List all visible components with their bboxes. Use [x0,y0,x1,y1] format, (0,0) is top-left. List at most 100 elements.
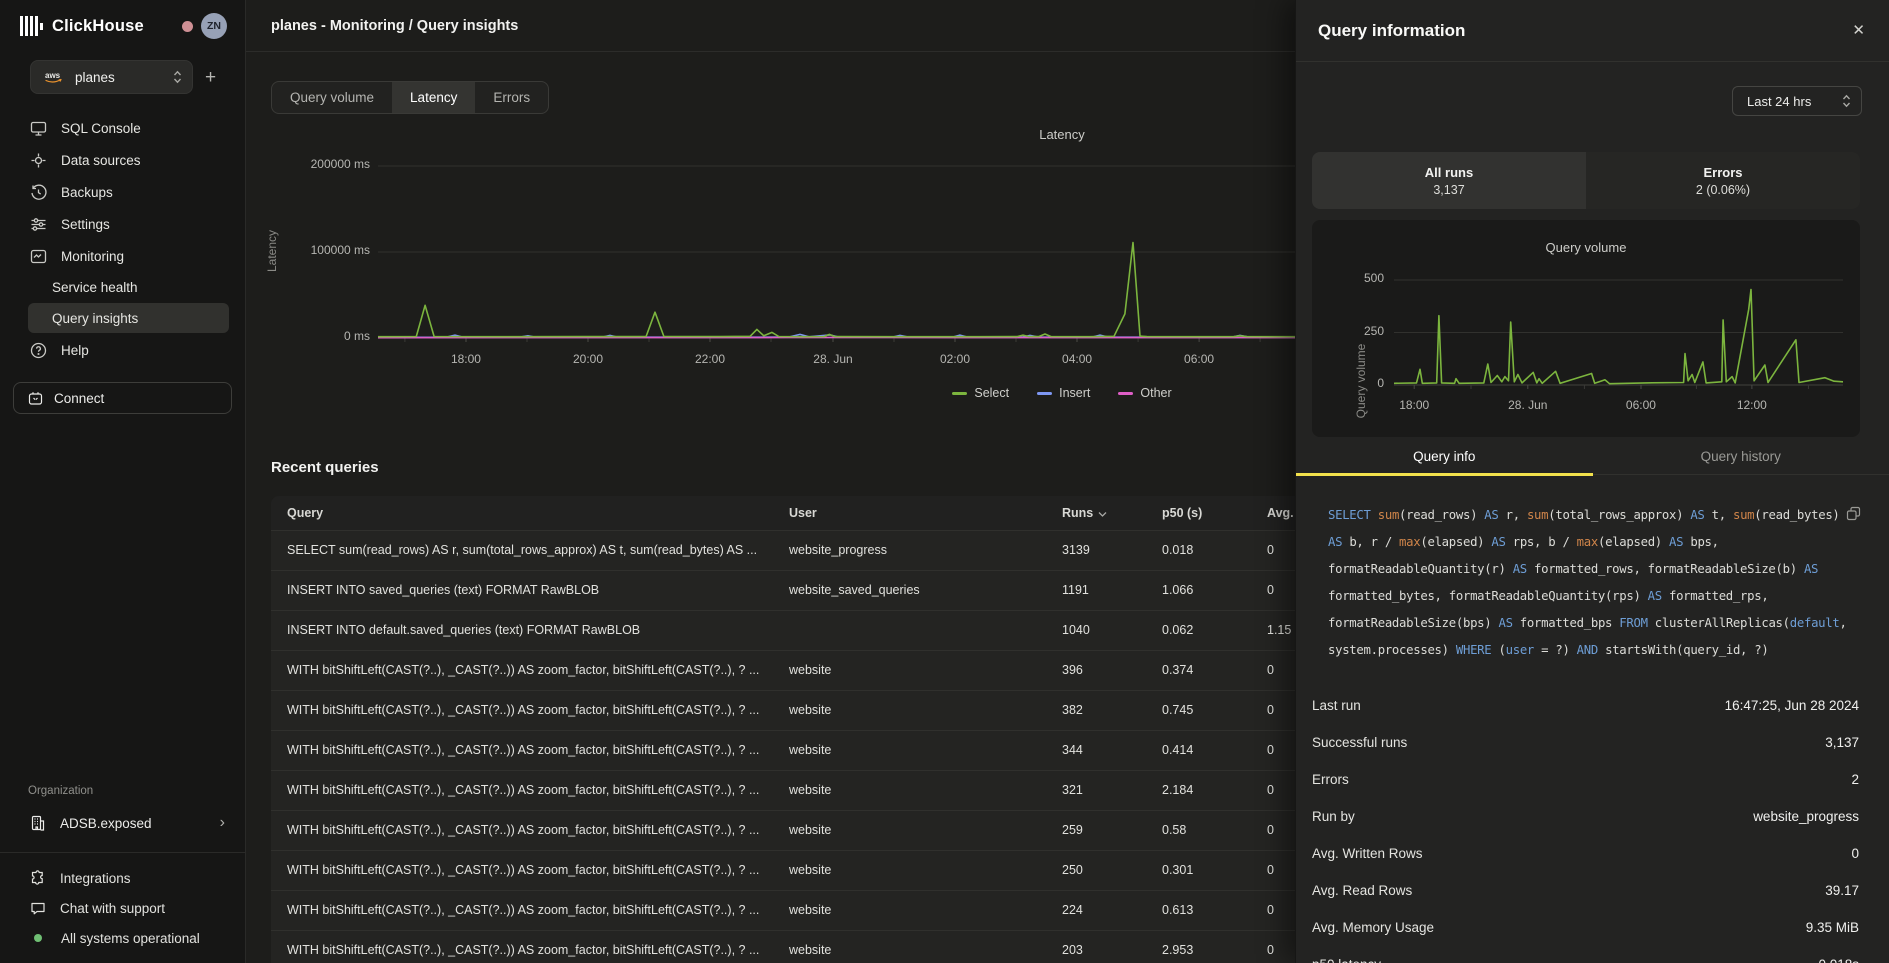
stat-value: 39.17 [1825,883,1859,898]
table-row[interactable]: INSERT INTO saved_queries (text) FORMAT … [271,570,1376,610]
segment-errors[interactable]: Errors 2 (0.06%) [1586,152,1860,209]
tab-errors[interactable]: Errors [475,82,548,113]
info-tab-bar: Query info Query history [1296,438,1889,475]
table-row[interactable]: WITH bitShiftLeft(CAST(?..), _CAST(?..))… [271,850,1376,890]
stat-label: p50 latency [1312,957,1381,963]
stat-row: Avg. Read Rows 39.17 [1312,872,1859,909]
segment-value: 3,137 [1433,183,1464,197]
stat-row: Successful runs3,137 [1312,724,1859,761]
tab-latency[interactable]: Latency [392,82,475,113]
sidebar-item-help[interactable]: Help [0,334,245,366]
table-cell: 0.018 [1146,530,1251,570]
y-tick-label: 200000 ms [292,157,370,171]
data-sources-icon [30,152,47,169]
table-cell: 0.613 [1146,890,1251,930]
legend-dash-icon [952,392,967,395]
sidebar-item-query-insights[interactable]: Query insights [28,303,229,333]
table-row[interactable]: INSERT INTO default.saved_queries (text)… [271,610,1376,650]
tab-query-info[interactable]: Query info [1296,438,1593,474]
notification-dot-icon[interactable] [182,21,193,32]
sidebar-item-label: Monitoring [61,249,124,264]
table-cell: 1191 [1046,570,1146,610]
connect-button[interactable]: Connect [13,382,232,414]
segment-all-runs[interactable]: All runs 3,137 [1312,152,1586,209]
time-range-select[interactable]: Last 24 hrs [1732,86,1862,116]
sidebar-item-data-sources[interactable]: Data sources [0,144,245,176]
table-row[interactable]: WITH bitShiftLeft(CAST(?..), _CAST(?..))… [271,650,1376,690]
table-row[interactable]: WITH bitShiftLeft(CAST(?..), _CAST(?..))… [271,890,1376,930]
close-icon[interactable]: ✕ [1852,23,1865,38]
table-cell: website_saved_queries [773,570,1046,610]
stat-row: Run bywebsite_progress [1312,798,1859,835]
breadcrumb: planes - Monitoring / Query insights [271,18,518,34]
legend-dash-icon [1037,392,1052,395]
segment-value: 2 (0.06%) [1696,183,1750,197]
legend-dash-icon [1118,392,1133,395]
table-row[interactable]: WITH bitShiftLeft(CAST(?..), _CAST(?..))… [271,810,1376,850]
table-cell: 2.953 [1146,930,1251,963]
tab-query-volume[interactable]: Query volume [272,82,392,113]
stat-row: Avg. Memory Usage9.35 MiB [1312,909,1859,946]
legend-item-insert[interactable]: Insert [1037,386,1090,400]
column-header[interactable]: Query [271,496,773,530]
sidebar-item-monitoring[interactable]: Monitoring [0,240,245,272]
sql-line: SELECT sum(read_rows) AS r, sum(total_ro… [1328,502,1869,529]
legend-item-other[interactable]: Other [1118,386,1171,400]
stat-value: website_progress [1753,809,1859,824]
tab-query-history[interactable]: Query history [1593,438,1889,474]
x-tick-label: 02:00 [920,352,990,366]
table-cell: 382 [1046,690,1146,730]
query-volume-plot [1394,270,1843,395]
table-cell: website [773,770,1046,810]
table-row[interactable]: WITH bitShiftLeft(CAST(?..), _CAST(?..))… [271,690,1376,730]
system-status[interactable]: All systems operational [0,923,245,953]
sql-line: AS b, r / max(elapsed) AS rps, b / max(e… [1328,529,1869,556]
organization-icon [30,815,46,831]
table-row[interactable]: SELECT sum(read_rows) AS r, sum(total_ro… [271,530,1376,570]
stat-label: Avg. Read Rows [1312,883,1412,898]
table-cell: WITH bitShiftLeft(CAST(?..), _CAST(?..))… [271,850,773,890]
table-row[interactable]: WITH bitShiftLeft(CAST(?..), _CAST(?..))… [271,930,1376,963]
stat-value: 0.018s [1818,957,1859,963]
x-tick-label: 06:00 [1164,352,1234,366]
sidebar-item-settings[interactable]: Settings [0,208,245,240]
status-dot [34,934,42,942]
column-header[interactable]: p50 (s) [1146,496,1251,530]
organization-section-label: Organization [28,785,245,797]
sql-line: formatReadableQuantity(r) AS formatted_r… [1328,556,1869,583]
sidebar-item-integrations[interactable]: Integrations [0,863,245,893]
table-row[interactable]: WITH bitShiftLeft(CAST(?..), _CAST(?..))… [271,770,1376,810]
table-row[interactable]: WITH bitShiftLeft(CAST(?..), _CAST(?..))… [271,730,1376,770]
service-select[interactable]: aws planes [30,60,193,94]
table-cell: WITH bitShiftLeft(CAST(?..), _CAST(?..))… [271,770,773,810]
column-header[interactable]: Runs [1046,496,1146,530]
chevron-right-icon: › [220,814,225,832]
avatar[interactable]: ZN [201,13,227,39]
legend-item-select[interactable]: Select [952,386,1009,400]
organization-name: ADSB.exposed [60,816,152,831]
backups-icon [30,184,47,201]
sidebar-item-chat-support[interactable]: Chat with support [0,893,245,923]
organization-row[interactable]: ADSB.exposed › [0,806,245,840]
service-name: planes [75,70,115,85]
table-cell: 0.58 [1146,810,1251,850]
sidebar-item-sql-console[interactable]: SQL Console [0,112,245,144]
table-cell: WITH bitShiftLeft(CAST(?..), _CAST(?..))… [271,890,773,930]
legend-label: Other [1140,386,1171,400]
sidebar-item-service-health[interactable]: Service health [0,272,245,302]
puzzle-icon [30,870,46,886]
sidebar-item-backups[interactable]: Backups [0,176,245,208]
table-cell: 2.184 [1146,770,1251,810]
footer-item-label: Chat with support [60,901,165,916]
table-cell: 321 [1046,770,1146,810]
copy-icon[interactable] [1846,506,1861,521]
chevron-updown-icon [1842,94,1851,108]
sidebar-divider [0,852,245,853]
table-cell: 259 [1046,810,1146,850]
table-cell: 224 [1046,890,1146,930]
x-axis-ticks: 18:0028. Jun06:0012:00 [1394,398,1843,414]
x-tick-label: 28. Jun [798,352,868,366]
add-service-button[interactable]: + [205,68,216,87]
stat-value: 2 [1851,772,1859,787]
column-header[interactable]: User [773,496,1046,530]
